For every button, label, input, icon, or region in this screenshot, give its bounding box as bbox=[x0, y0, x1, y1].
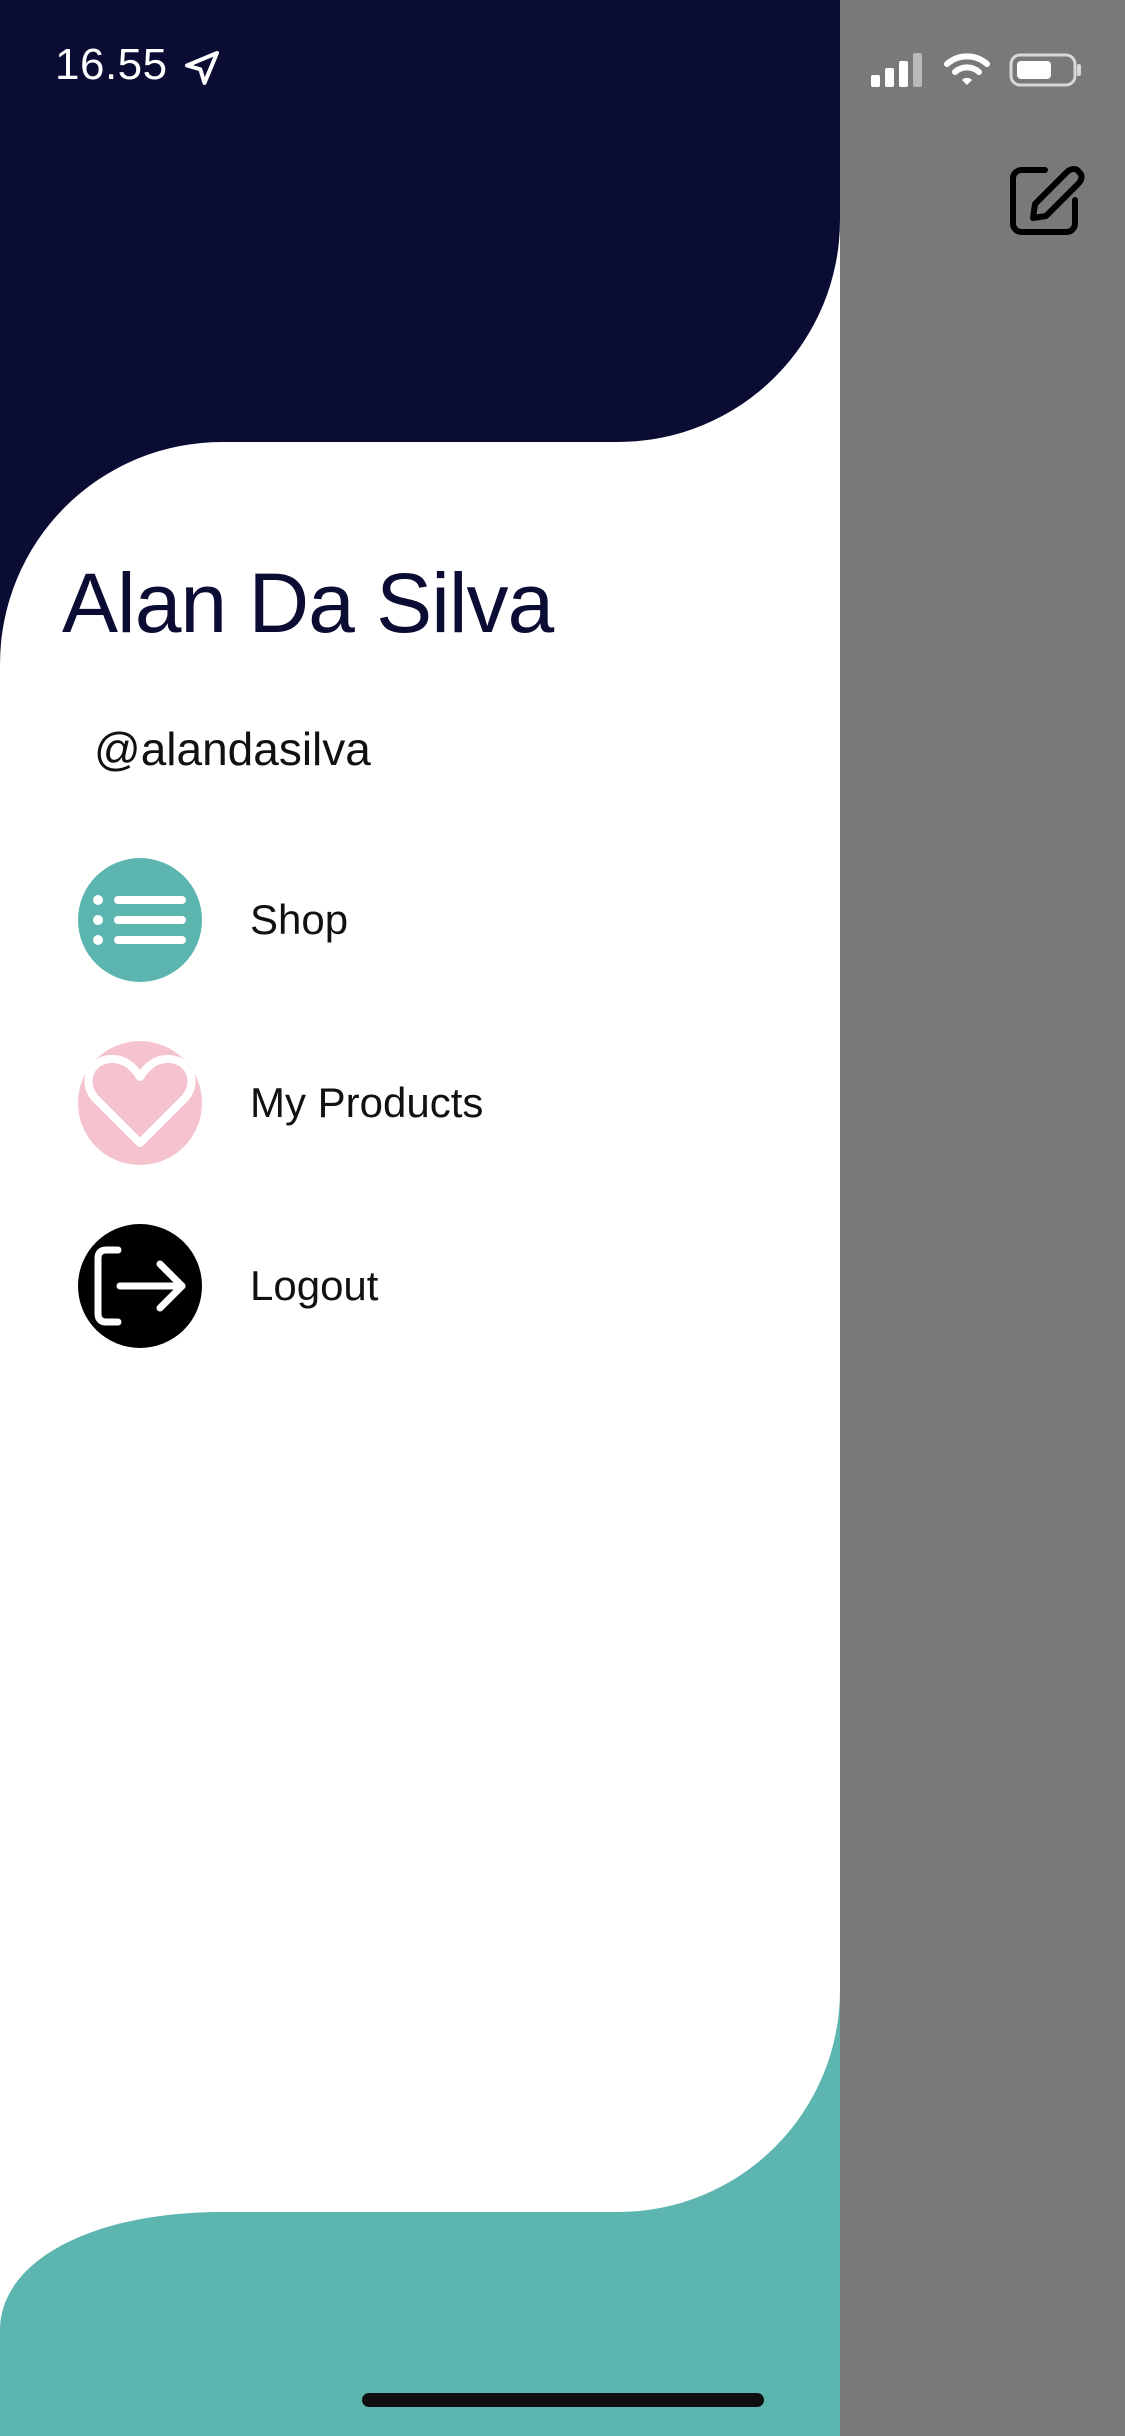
menu-item-shop[interactable]: Shop bbox=[78, 858, 348, 982]
cellular-signal-icon bbox=[871, 53, 922, 87]
status-icons bbox=[871, 48, 1083, 92]
user-name: Alan Da Silva bbox=[62, 556, 554, 650]
wifi-icon bbox=[944, 53, 990, 85]
footer-wave bbox=[0, 1990, 840, 2436]
edit-icon[interactable] bbox=[1005, 160, 1085, 240]
menu-item-label: Shop bbox=[250, 896, 349, 943]
menu-item-my-products[interactable]: My Products bbox=[78, 1041, 483, 1165]
menu-item-label: Logout bbox=[250, 1262, 379, 1309]
navigation-drawer: 16.55 Alan Da Silva @alandasilva Shop My… bbox=[0, 0, 840, 2436]
logout-icon bbox=[78, 1224, 202, 1348]
heart-icon bbox=[78, 1041, 202, 1165]
user-handle: @alandasilva bbox=[94, 723, 371, 775]
home-indicator bbox=[362, 2393, 764, 2407]
menu-item-label: My Products bbox=[250, 1079, 484, 1126]
app-screen: 16.55 Alan Da Silva @alandasilva Shop My… bbox=[0, 0, 1125, 2436]
menu-item-logout[interactable]: Logout bbox=[78, 1224, 378, 1348]
drawer-background bbox=[0, 0, 840, 2436]
status-time: 16.55 bbox=[55, 40, 168, 89]
battery-icon bbox=[1009, 53, 1081, 87]
list-icon bbox=[78, 858, 202, 982]
location-arrow-icon bbox=[185, 51, 219, 85]
